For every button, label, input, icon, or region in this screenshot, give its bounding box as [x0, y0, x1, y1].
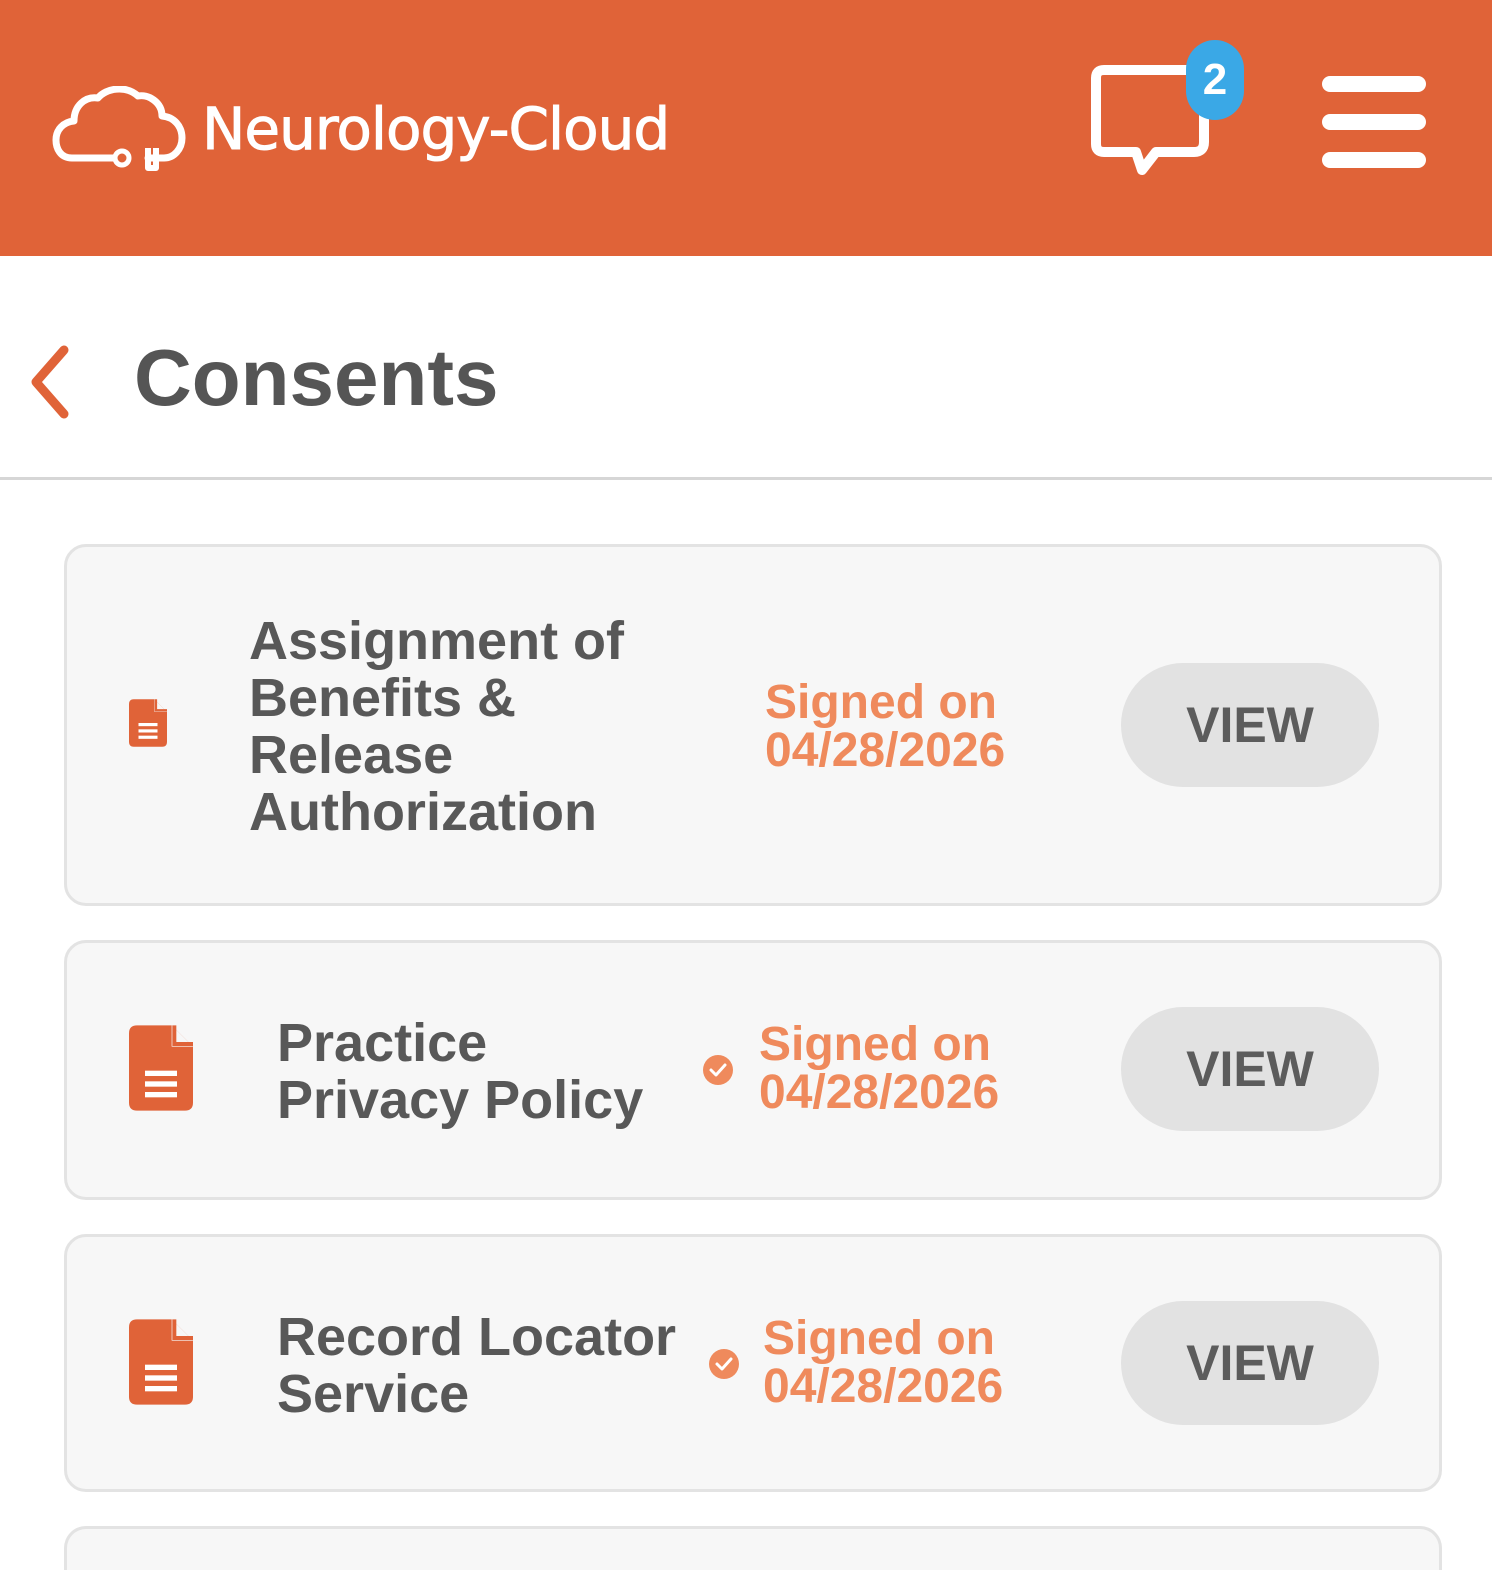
document-icon — [129, 699, 167, 747]
brand[interactable]: Neurology-Cloud — [52, 86, 671, 172]
app-header: Neurology-Cloud 2 — [0, 0, 1492, 256]
page-header: Consents — [0, 256, 1492, 480]
view-button[interactable]: VIEW — [1121, 1301, 1379, 1425]
signed-label: Signed on — [765, 676, 997, 729]
signed-status: Signed on 04/28/2026 — [765, 679, 1005, 775]
menu-bar-middle — [1322, 114, 1426, 130]
signed-label: Signed on — [763, 1312, 995, 1365]
consent-card — [64, 1526, 1442, 1570]
check-circle-icon — [709, 1349, 739, 1379]
signed-date: 04/28/2026 — [765, 724, 1006, 777]
messages-button[interactable]: 2 — [1090, 40, 1250, 185]
document-icon — [129, 1025, 193, 1111]
consent-title: Practice Privacy Policy — [277, 1013, 644, 1130]
signed-date: 04/28/2026 — [763, 1360, 1004, 1413]
cloud-icon — [52, 86, 186, 171]
signed-label: Signed on — [759, 1018, 991, 1071]
signed-date: 04/28/2026 — [759, 1066, 1000, 1119]
back-button[interactable] — [24, 342, 84, 422]
check-circle-icon — [703, 1055, 733, 1085]
consent-card: Practice Privacy Policy Signed on 04/28/… — [64, 940, 1442, 1200]
consent-title: Assignment of Benefits & Release Authori… — [249, 611, 625, 842]
menu-bar-top — [1322, 76, 1426, 92]
view-button[interactable]: VIEW — [1121, 663, 1379, 787]
hamburger-menu-icon[interactable] — [1322, 76, 1426, 168]
menu-bar-bottom — [1322, 152, 1426, 168]
signed-status: Signed on 04/28/2026 — [763, 1315, 1003, 1411]
chevron-left-icon — [31, 345, 69, 419]
app-name: Neurology-Cloud — [201, 95, 670, 163]
consent-title: Record Locator Service — [277, 1307, 677, 1424]
consent-card: Record Locator Service Signed on 04/28/2… — [64, 1234, 1442, 1492]
signed-status: Signed on 04/28/2026 — [759, 1021, 999, 1117]
message-count-badge: 2 — [1186, 40, 1244, 120]
view-button[interactable]: VIEW — [1121, 1007, 1379, 1131]
consent-card: Assignment of Benefits & Release Authori… — [64, 544, 1442, 906]
document-icon — [129, 1319, 193, 1405]
page-title: Consents — [134, 333, 499, 422]
